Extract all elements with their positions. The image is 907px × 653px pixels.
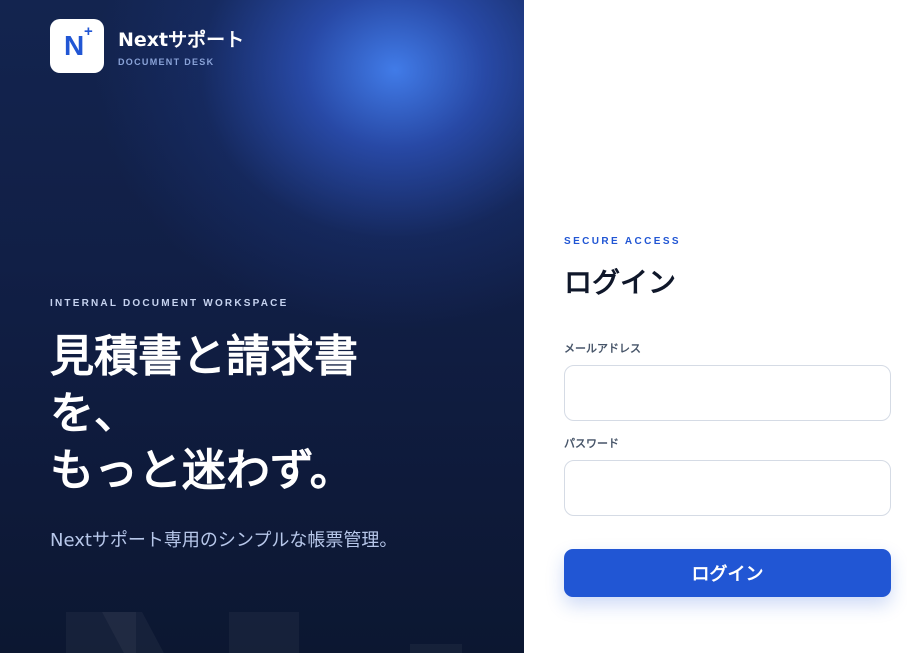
headline-line-2: を、 bbox=[50, 388, 138, 439]
watermark-logo bbox=[66, 612, 301, 653]
hero-headline: 見積書と請求書 を、 もっと迷わず。 bbox=[50, 328, 510, 499]
watermark-dot bbox=[410, 644, 462, 653]
login-panel: SECURE ACCESS ログイン メールアドレス パスワード ログイン bbox=[524, 0, 907, 653]
logo-plus-icon: + bbox=[84, 23, 93, 40]
brand-name: Nextサポート bbox=[118, 29, 245, 51]
logo: N + bbox=[50, 19, 104, 73]
email-field[interactable] bbox=[564, 365, 891, 421]
logo-mark: N bbox=[64, 30, 85, 61]
headline-line-1: 見積書と請求書 bbox=[50, 331, 358, 382]
hero-tagline: Nextサポート専用のシンプルな帳票管理。 bbox=[50, 530, 398, 551]
hero-eyebrow: INTERNAL DOCUMENT WORKSPACE bbox=[50, 298, 289, 309]
secure-access-label: SECURE ACCESS bbox=[564, 236, 681, 247]
headline-line-3: もっと迷わず。 bbox=[50, 445, 354, 496]
hero-panel: N + Nextサポート DOCUMENT DESK INTERNAL DOCU… bbox=[0, 0, 524, 653]
email-label: メールアドレス bbox=[564, 342, 641, 355]
password-label: パスワード bbox=[564, 437, 619, 450]
login-button[interactable]: ログイン bbox=[564, 549, 891, 597]
watermark-bar-right bbox=[229, 612, 299, 653]
login-title: ログイン bbox=[564, 266, 677, 299]
password-field[interactable] bbox=[564, 460, 891, 516]
brand-subtitle: DOCUMENT DESK bbox=[118, 57, 215, 67]
